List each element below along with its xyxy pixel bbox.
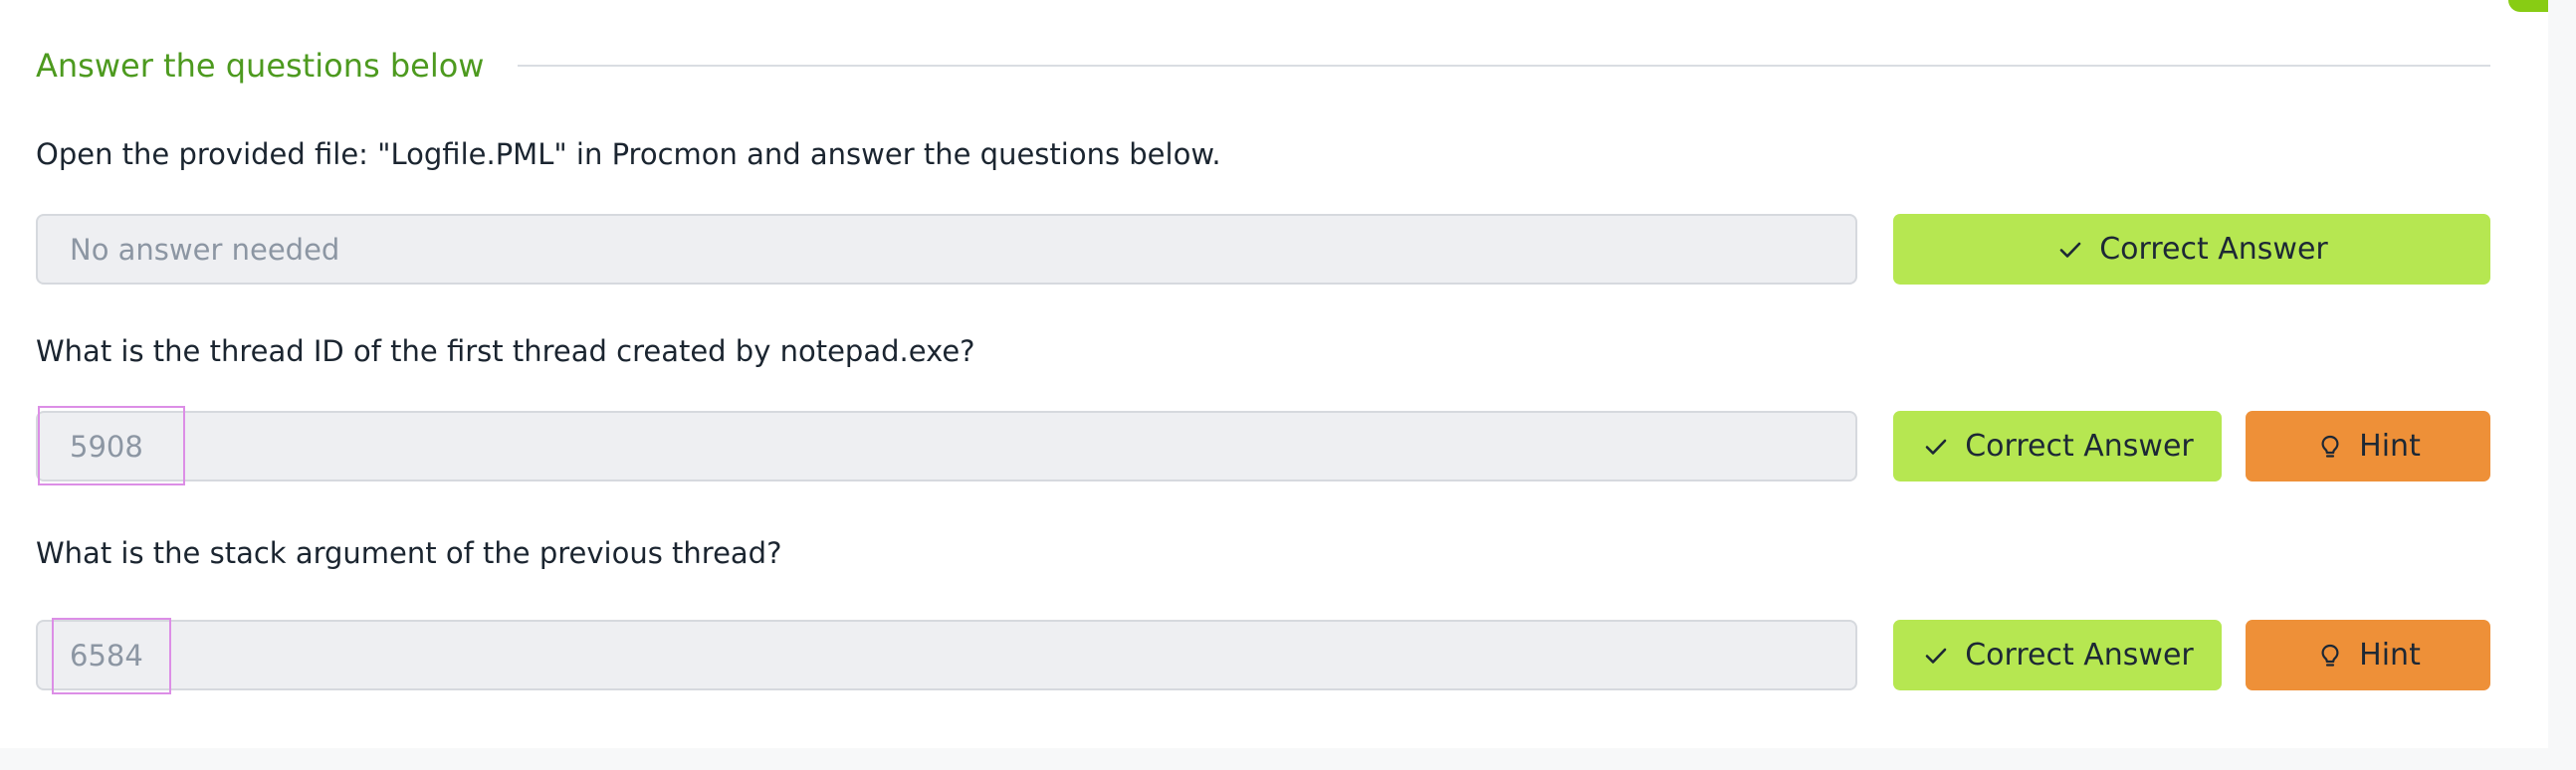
task-card: Answer the questions below Open the prov… bbox=[0, 0, 2548, 748]
answer-field-1[interactable]: No answer needed bbox=[36, 214, 1857, 285]
answer-field-3[interactable]: 6584 bbox=[36, 620, 1857, 690]
section-divider bbox=[518, 65, 2490, 67]
corner-accent bbox=[2508, 0, 2548, 12]
section-header: Answer the questions below bbox=[36, 44, 2490, 88]
correct-answer-label-3: Correct Answer bbox=[1965, 638, 2194, 673]
hint-label-3: Hint bbox=[2359, 638, 2421, 673]
correct-answer-button-1[interactable]: Correct Answer bbox=[1893, 214, 2490, 285]
hint-button-2[interactable]: Hint bbox=[2246, 411, 2490, 481]
hint-label-2: Hint bbox=[2359, 429, 2421, 464]
answer-highlight-3 bbox=[52, 618, 171, 694]
lightbulb-icon bbox=[2315, 432, 2345, 462]
correct-answer-button-3[interactable]: Correct Answer bbox=[1893, 620, 2222, 690]
answer-highlight-2 bbox=[38, 406, 185, 485]
question-3-text: What is the stack argument of the previo… bbox=[36, 536, 782, 570]
correct-answer-label-1: Correct Answer bbox=[2099, 232, 2328, 267]
correct-answer-label-2: Correct Answer bbox=[1965, 429, 2194, 464]
answer-field-2[interactable]: 5908 bbox=[36, 411, 1857, 481]
checkmark-icon bbox=[1921, 432, 1951, 462]
question-1-text: Open the provided file: "Logfile.PML" in… bbox=[36, 137, 1221, 171]
answer-value-1: No answer needed bbox=[70, 232, 340, 267]
checkmark-icon bbox=[1921, 641, 1951, 671]
correct-answer-button-2[interactable]: Correct Answer bbox=[1893, 411, 2222, 481]
checkmark-icon bbox=[2055, 235, 2085, 265]
question-2-text: What is the thread ID of the first threa… bbox=[36, 334, 975, 368]
hint-button-3[interactable]: Hint bbox=[2246, 620, 2490, 690]
lightbulb-icon bbox=[2315, 641, 2345, 671]
section-title: Answer the questions below bbox=[36, 47, 485, 85]
